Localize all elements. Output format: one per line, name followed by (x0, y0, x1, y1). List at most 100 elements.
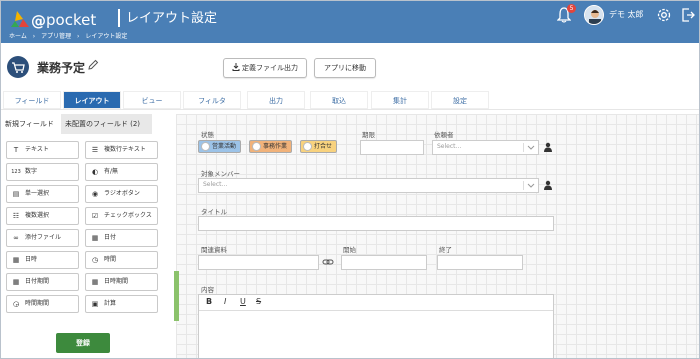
title-divider (118, 9, 120, 27)
tab-aggregate[interactable]: 集計 (371, 91, 429, 109)
chevron-down-icon (527, 183, 535, 188)
username[interactable]: デモ 太郎 (609, 9, 644, 20)
tab-filter[interactable]: フィルタ (183, 91, 241, 109)
logout-icon[interactable] (681, 7, 695, 23)
content-editor[interactable]: B I U S (198, 294, 554, 358)
pocket-logo[interactable]: @ pocket (9, 9, 96, 33)
field-multiline-text[interactable]: ☰ 複数行テキスト (85, 141, 158, 159)
link-icon[interactable] (322, 256, 334, 268)
field-time-range[interactable]: ◶ 時間期間 (6, 295, 79, 313)
checklist-icon: ☷ (12, 212, 20, 220)
tab-layout[interactable]: レイアウト (63, 91, 121, 109)
field-label: 時間 (104, 256, 117, 263)
field-label: 日付期間 (25, 278, 50, 285)
radio-dot-icon (303, 142, 312, 151)
status-option-label: 営業活動 (212, 143, 237, 150)
end-input[interactable] (437, 255, 523, 270)
field-time[interactable]: ◷ 時間 (85, 251, 158, 269)
field-label: 日時期間 (104, 278, 129, 285)
tab-new-fields[interactable]: 新規フィールド (1, 114, 61, 134)
field-date-range[interactable]: ▦ 日付期間 (6, 273, 79, 291)
tab-output[interactable]: 出力 (247, 91, 305, 109)
field-label: ラジオボタン (104, 190, 140, 197)
tab-settings[interactable]: 設定 (431, 91, 489, 109)
status-option-office[interactable]: 事務作業 (249, 140, 293, 153)
datetime-range-icon: ▦ (91, 278, 99, 286)
field-multi-select[interactable]: ☷ 複数選択 (6, 207, 79, 225)
field-date[interactable]: ▦ 日付 (85, 229, 158, 247)
palette-tabs: 新規フィールド 未配置のフィールド (2) (1, 114, 174, 134)
title-input[interactable] (198, 216, 554, 231)
field-label: 時間期間 (25, 300, 50, 307)
field-number[interactable]: 123 数字 (6, 163, 79, 181)
field-attachment[interactable]: ∞ 添付ファイル (6, 229, 79, 247)
export-label: 定義ファイル出力 (242, 64, 298, 72)
pencil-icon[interactable] (87, 59, 99, 71)
app-name: 業務予定 (37, 61, 86, 75)
deadline-input[interactable] (360, 140, 424, 155)
breadcrumb-home[interactable]: ホーム (9, 33, 27, 40)
user-photo-icon (585, 6, 603, 24)
status-option-sales[interactable]: 営業活動 (198, 140, 242, 153)
field-yes-no[interactable]: ◐ 有/無 (85, 163, 158, 181)
calendar-icon: ▦ (91, 234, 99, 242)
export-definition-button[interactable]: 定義ファイル出力 (223, 58, 307, 78)
time-range-icon: ◶ (12, 300, 20, 308)
underline-button[interactable]: U (240, 297, 246, 306)
decorative-strip (174, 271, 179, 321)
status-option-label: 事務作業 (263, 143, 288, 150)
strikethrough-button[interactable]: S (256, 297, 261, 306)
members-placeholder: Select... (203, 181, 228, 188)
tab-fields[interactable]: フィールド (3, 91, 61, 109)
clock-icon: ◷ (91, 256, 99, 264)
person-icon[interactable] (543, 180, 553, 190)
field-calculation[interactable]: ▣ 計算 (85, 295, 158, 313)
register-button[interactable]: 登録 (56, 333, 110, 353)
radio-dot-icon (201, 142, 210, 151)
field-checkbox[interactable]: ☑ チェックボックス (85, 207, 158, 225)
materials-input[interactable] (198, 255, 319, 270)
tabs-divider (1, 109, 699, 110)
start-input[interactable] (341, 255, 427, 270)
requester-placeholder: Select... (437, 143, 462, 150)
field-radio[interactable]: ◉ ラジオボタン (85, 185, 158, 203)
field-label: チェックボックス (104, 212, 152, 219)
status-label: 状態 (201, 131, 214, 139)
field-label: 複数行テキスト (104, 146, 146, 153)
select-separator (523, 181, 524, 190)
field-single-select[interactable]: ▤ 単一選択 (6, 185, 79, 203)
field-datetime-range[interactable]: ▦ 日時期間 (85, 273, 158, 291)
attachment-icon: ∞ (13, 234, 19, 242)
person-icon[interactable] (543, 142, 553, 152)
requester-label: 依頼者 (434, 131, 454, 139)
italic-button[interactable]: I (224, 297, 226, 306)
chevron-down-icon (527, 145, 535, 150)
field-label: 単一選択 (25, 190, 50, 197)
end-label: 終了 (439, 246, 452, 254)
breadcrumb-separator: › (32, 33, 36, 40)
field-text[interactable]: T テキスト (6, 141, 79, 159)
avatar[interactable] (584, 5, 604, 25)
field-label: テキスト (25, 146, 49, 153)
tab-import[interactable]: 取込 (310, 91, 368, 109)
field-label: 日付 (104, 234, 117, 241)
logo-icon (11, 11, 29, 27)
bold-button[interactable]: B (206, 297, 212, 306)
gear-icon[interactable] (656, 7, 672, 23)
tab-unplaced-fields[interactable]: 未配置のフィールド (2) (61, 114, 152, 134)
breadcrumb-app-admin[interactable]: アプリ管理 (41, 33, 71, 40)
calculator-icon: ▣ (91, 300, 99, 308)
field-datetime[interactable]: ▦ 日時 (6, 251, 79, 269)
field-label: 計算 (104, 300, 117, 307)
breadcrumb-separator: › (77, 33, 80, 40)
requester-select[interactable]: Select... (432, 140, 539, 155)
logo-at: @ (31, 12, 46, 30)
logo-text: pocket (46, 11, 97, 29)
breadcrumb-current: レイアウト設定 (85, 33, 128, 40)
multiline-icon: ☰ (91, 146, 99, 154)
date-range-icon: ▦ (12, 278, 20, 286)
members-select[interactable]: Select... (198, 178, 539, 193)
go-to-app-button[interactable]: アプリに移動 (314, 58, 376, 78)
status-option-meeting[interactable]: 打合せ (300, 140, 338, 153)
tab-view[interactable]: ビュー (123, 91, 181, 109)
